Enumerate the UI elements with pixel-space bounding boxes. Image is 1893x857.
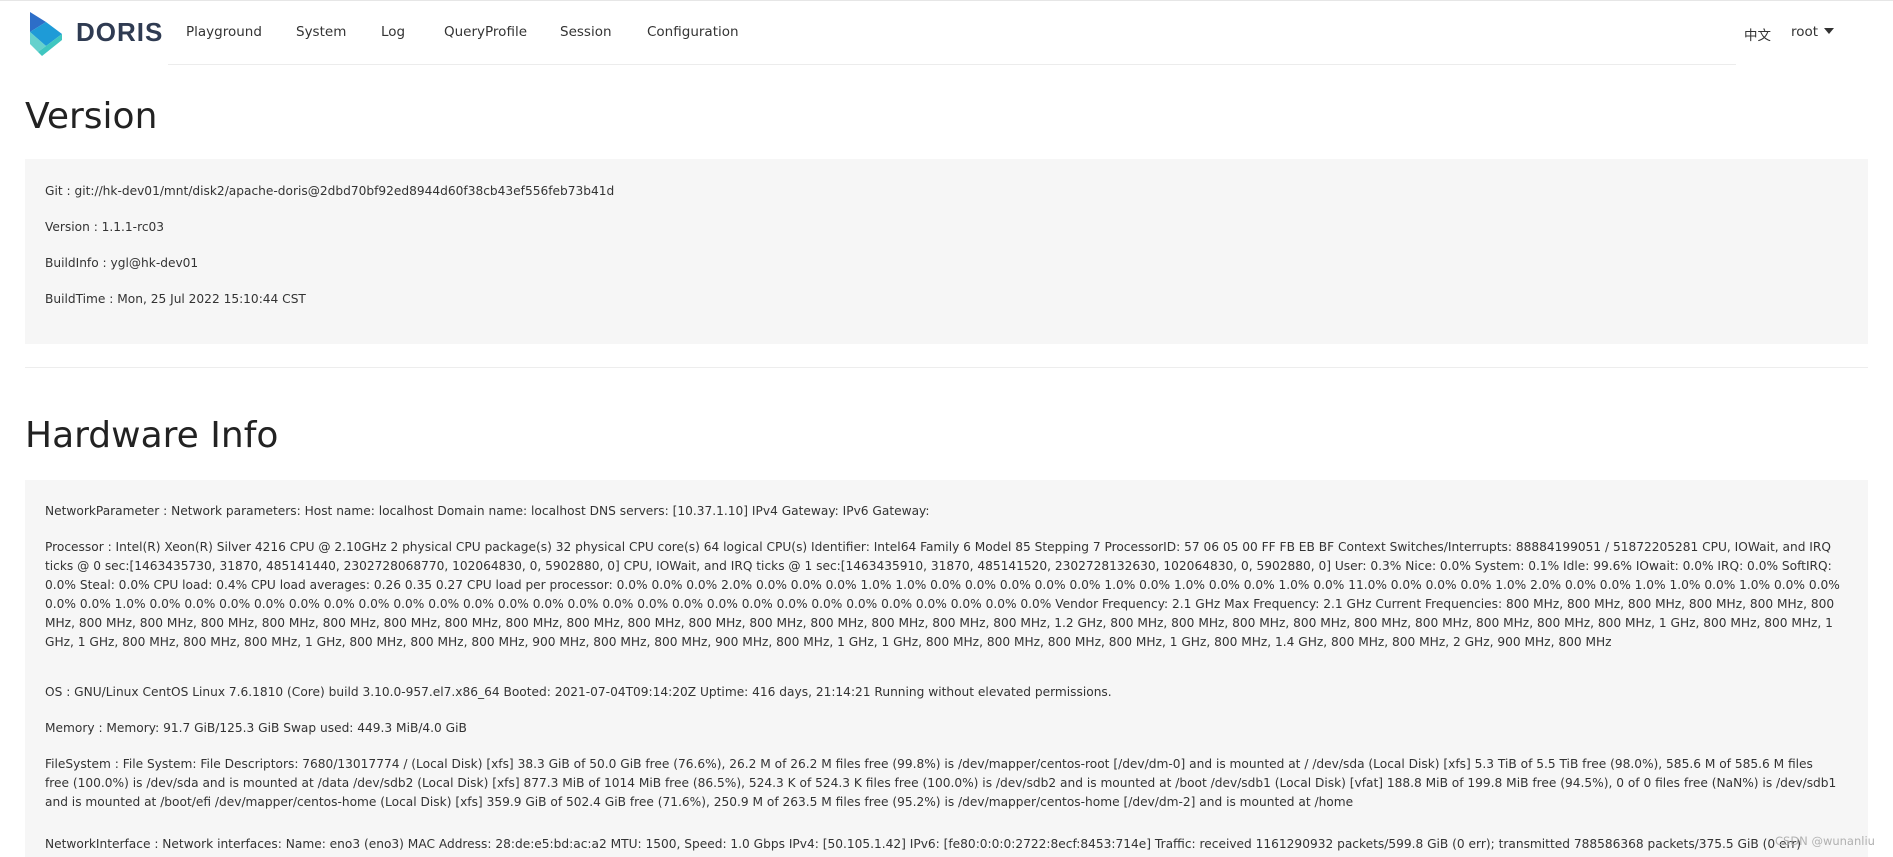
hardware-memory: Memory : Memory: 91.7 GiB/125.3 GiB Swap… (45, 721, 467, 735)
version-title: Version (25, 96, 158, 137)
brand-name[interactable]: DORIS (76, 17, 163, 48)
nav-item-queryprofile[interactable]: QueryProfile (444, 24, 527, 40)
version-buildinfo: BuildInfo : ygl@hk-dev01 (45, 256, 199, 270)
nav-item-session[interactable]: Session (560, 24, 612, 40)
hardware-network-interface: NetworkInterface : Network interfaces: N… (45, 837, 1802, 851)
nav-item-configuration[interactable]: Configuration (647, 24, 739, 40)
hardware-os: OS : GNU/Linux CentOS Linux 7.6.1810 (Co… (45, 685, 1112, 699)
navbar-divider (168, 64, 1736, 65)
hardware-title: Hardware Info (25, 415, 279, 456)
nav-item-playground[interactable]: Playground (186, 24, 262, 40)
language-toggle[interactable]: 中文 (1744, 24, 1771, 44)
doris-logo-icon[interactable] (28, 10, 64, 58)
caret-down-icon (1824, 28, 1835, 34)
watermark: CSDN @wunanliu (1775, 834, 1875, 848)
hardware-panel: NetworkParameter : Network parameters: H… (25, 480, 1868, 857)
section-divider (25, 367, 1868, 368)
version-number: Version : 1.1.1-rc03 (45, 220, 165, 234)
user-menu[interactable]: root (1791, 24, 1835, 40)
hardware-filesystem: FileSystem : File System: File Descripto… (45, 757, 1837, 809)
nav-item-log[interactable]: Log (381, 24, 405, 40)
nav-item-system[interactable]: System (296, 24, 346, 40)
version-git: Git : git://hk-dev01/mnt/disk2/apache-do… (45, 184, 615, 198)
user-name: root (1791, 24, 1819, 40)
hardware-processor: Processor : Intel(R) Xeon(R) Silver 4216… (45, 540, 1840, 649)
version-panel: Git : git://hk-dev01/mnt/disk2/apache-do… (25, 159, 1868, 344)
version-buildtime: BuildTime : Mon, 25 Jul 2022 15:10:44 CS… (45, 292, 306, 306)
hardware-network-parameter: NetworkParameter : Network parameters: H… (45, 504, 930, 518)
top-navbar: DORIS Playground System Log QueryProfile… (0, 0, 1893, 66)
